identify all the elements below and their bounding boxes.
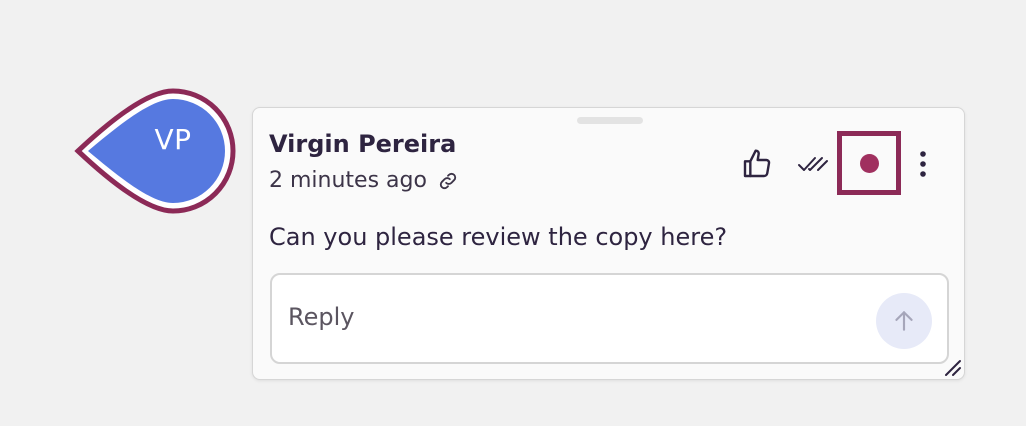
timestamp: 2 minutes ago bbox=[269, 168, 427, 193]
double-check-icon bbox=[798, 157, 828, 171]
comment-card: Virgin Pereira 2 minutes ago Can you ple… bbox=[252, 107, 965, 380]
avatar-pin[interactable]: VP bbox=[72, 88, 236, 218]
resize-grip-icon[interactable] bbox=[942, 357, 962, 377]
drag-handle[interactable] bbox=[577, 117, 643, 124]
comment-body: Can you please review the copy here? bbox=[269, 223, 728, 251]
avatar-initials: VP bbox=[154, 123, 192, 156]
author-name: Virgin Pereira bbox=[269, 130, 457, 158]
resolve-button[interactable] bbox=[793, 146, 833, 182]
more-vertical-icon bbox=[920, 151, 926, 177]
copy-link-button[interactable] bbox=[437, 170, 459, 192]
record-button[interactable] bbox=[837, 131, 901, 195]
reply-box[interactable] bbox=[270, 273, 949, 364]
like-button[interactable] bbox=[737, 146, 777, 182]
comment-meta: 2 minutes ago bbox=[269, 168, 459, 193]
thumbs-up-icon bbox=[743, 149, 771, 178]
more-options-button[interactable] bbox=[909, 146, 937, 182]
record-dot-icon bbox=[859, 153, 879, 173]
send-reply-button[interactable] bbox=[876, 293, 932, 349]
arrow-up-icon bbox=[895, 311, 913, 331]
link-icon bbox=[439, 172, 457, 189]
reply-input[interactable] bbox=[288, 303, 848, 331]
